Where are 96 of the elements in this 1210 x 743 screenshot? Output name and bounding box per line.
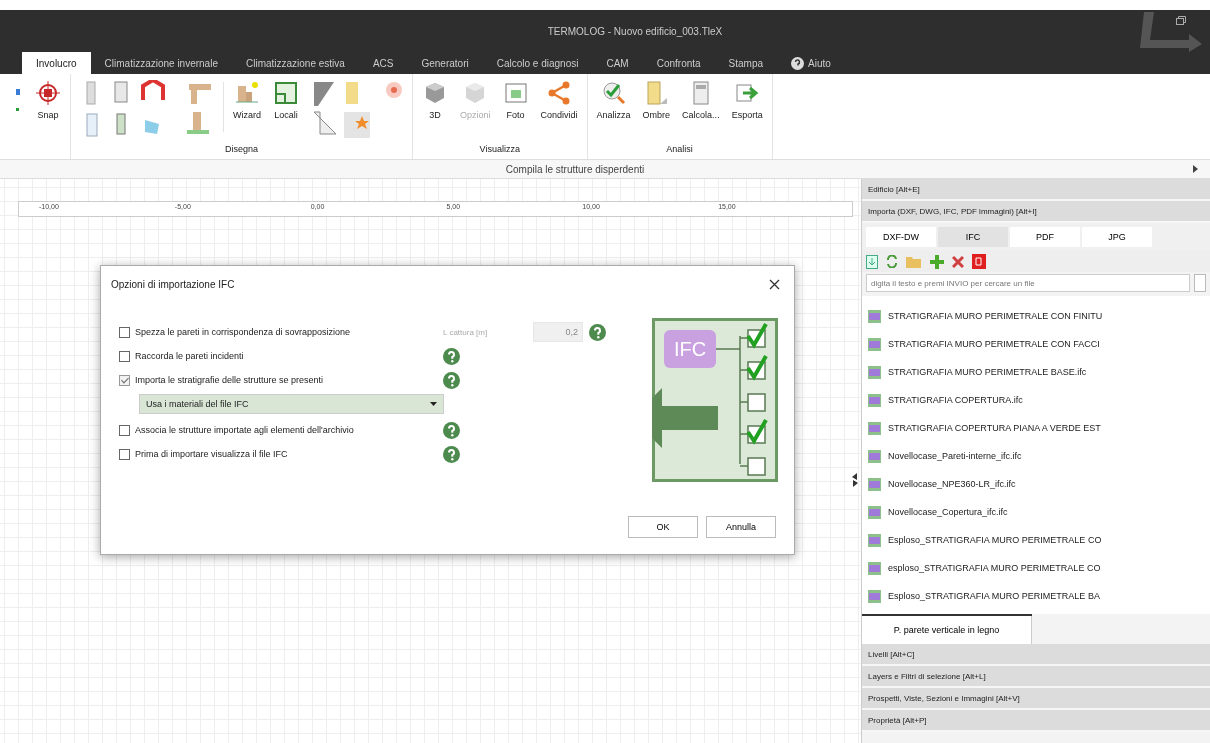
help-icon[interactable] — [589, 323, 606, 341]
ribbon-button[interactable]: 3D — [417, 78, 453, 122]
dialog-button[interactable]: Annulla — [706, 516, 776, 538]
option-label: Associa le strutture importate agli elementi dell'archivio — [135, 425, 354, 435]
group-label: Disegna — [225, 144, 258, 154]
file-icon — [868, 449, 881, 463]
option-label: Importa le stratigrafie delle strutture se presenti — [135, 375, 324, 385]
file-icon — [868, 533, 881, 547]
panel-section-header[interactable]: Edificio [Alt+E] — [862, 179, 1210, 201]
pdf-icon[interactable] — [972, 254, 986, 269]
import-tab[interactable]: JPG — [1082, 227, 1152, 247]
file-icon — [868, 589, 881, 603]
window-title: TERMOLOG - Nuovo edificio_003.TleX — [547, 25, 723, 37]
ribbon-tab[interactable]: Climatizzazione estiva — [231, 52, 359, 74]
file-item[interactable]: Novellocase_NPE360-LR_ifc.ifc — [862, 470, 1210, 498]
file-item[interactable]: Novellocase_Copertura_ifc.ifc — [862, 498, 1210, 526]
ribbon-tab[interactable]: Calcolo e diagnosi — [482, 52, 593, 74]
file-item[interactable]: STRATIGRAFIA COPERTURA.ifc — [862, 386, 1210, 414]
ribbon-button[interactable]: Calcola... — [677, 78, 725, 122]
file-item[interactable]: STRATIGRAFIA MURO PERIMETRALE CON FACCI — [862, 330, 1210, 358]
checkbox[interactable] — [119, 424, 130, 436]
file-item[interactable]: Esploso_STRATIGRAFIA MURO PERIMETRALE BA — [862, 582, 1210, 610]
close-icon[interactable] — [769, 278, 780, 290]
help-icon — [791, 56, 805, 70]
option-label: Raccorda le pareti incidenti — [135, 351, 244, 361]
checkbox[interactable] — [119, 374, 130, 386]
file-item[interactable]: STRATIGRAFIA MURO PERIMETRALE CON FINITU — [862, 302, 1210, 330]
delete-icon[interactable] — [952, 255, 964, 268]
ribbon-button[interactable]: Condividi — [535, 78, 583, 122]
restore-icon[interactable] — [1176, 16, 1186, 25]
file-icon — [868, 337, 881, 351]
checkbox[interactable] — [119, 326, 130, 338]
ribbon-button[interactable]: Ombre — [637, 78, 676, 122]
panel-section-header[interactable]: Prospetti, Viste, Sezioni e Immagini [Alt+V] — [862, 688, 1210, 710]
group-label: Visualizza — [479, 144, 520, 154]
ribbon-tab[interactable]: Aiuto — [777, 52, 845, 74]
panel-section-header[interactable]: Livelli [Alt+C] — [862, 644, 1210, 666]
field-label: L cattura [m] — [443, 327, 489, 337]
ribbon-button[interactable]: Analizza — [591, 78, 636, 122]
help-icon[interactable] — [443, 445, 460, 463]
ribbon-tab[interactable]: Generatori — [407, 52, 483, 74]
ribbon-button[interactable]: Esporta — [726, 78, 768, 122]
materials-dropdown[interactable]: Usa i materiali del file IFC — [139, 394, 444, 414]
group-label: Analisi — [666, 144, 693, 154]
dialog-button[interactable]: OK — [628, 516, 698, 538]
wall-wizard-icon — [234, 80, 260, 106]
expand-icon[interactable] — [1193, 165, 1198, 173]
panel-section-header[interactable]: Proprietà [Alt+P] — [862, 710, 1210, 732]
dialog-title: Opzioni di importazione IFC — [111, 278, 235, 290]
help-icon[interactable] — [443, 421, 460, 439]
ribbon-button[interactable]: Wizard — [228, 78, 266, 122]
panel-section-header[interactable]: Importa (DXF, DWG, IFC, PDF immagini) [Alt+I] — [862, 201, 1210, 223]
marker-icon[interactable] — [384, 80, 404, 100]
import-tab[interactable]: DXF-DW — [866, 227, 936, 247]
file-item[interactable]: Novellocase_Pareti-interne_ifc.ifc — [862, 442, 1210, 470]
file-icon — [868, 561, 881, 575]
file-item[interactable]: STRATIGRAFIA MURO PERIMETRALE BASE.ifc — [862, 358, 1210, 386]
file-icon — [868, 365, 881, 379]
option-label: Prima di importare visualizza il file IFC — [135, 449, 288, 459]
add-icon[interactable] — [930, 254, 944, 269]
ribbon-button[interactable]: Locali — [268, 78, 304, 122]
refresh-icon[interactable] — [886, 255, 898, 268]
checkbox[interactable] — [119, 350, 130, 362]
ribbon-button[interactable]: Snap — [30, 78, 66, 122]
search-field[interactable]: digita il testo e premi INVIO per cercare un file — [866, 274, 1191, 292]
ribbon-button[interactable]: Foto — [497, 78, 534, 122]
caret-icon — [430, 402, 437, 406]
file-icon — [868, 393, 881, 407]
help-icon[interactable] — [443, 347, 460, 365]
help-icon[interactable] — [443, 371, 460, 389]
ribbon-tab[interactable]: ACS — [358, 52, 408, 74]
import-tab[interactable]: PDF — [1010, 227, 1080, 247]
ifc-import-drawing: IFC — [652, 318, 778, 482]
ribbon-tab[interactable]: Climatizzazione invernale — [90, 52, 232, 74]
ribbon-tab[interactable]: CAM — [592, 52, 643, 74]
panel-section-header[interactable]: Layers e Filtri di selezione [Alt+L] — [862, 666, 1210, 688]
ribbon-tab[interactable]: Stampa — [714, 52, 778, 74]
file-icon — [868, 309, 881, 323]
ribbon-tab[interactable]: Confronta — [642, 52, 715, 74]
file-icon — [868, 477, 881, 491]
magnifier-check-icon — [600, 80, 627, 106]
file-item[interactable]: STRATIGRAFIA COPERTURA PIANA A VERDE EST — [862, 414, 1210, 442]
download-icon[interactable] — [866, 254, 878, 269]
option-label: Spezza le pareti in corrispondenza di sovrapposizione — [135, 327, 351, 337]
splitter-icon[interactable] — [852, 473, 858, 487]
file-icon — [868, 505, 881, 519]
strip-label: Compila le strutture disperdenti — [505, 163, 645, 175]
target-icon — [35, 80, 61, 106]
ribbon-tab[interactable]: Involucro — [22, 52, 91, 74]
file-item[interactable]: esploso_STRATIGRAFIA MURO PERIMETRALE CO — [862, 554, 1210, 582]
file-item[interactable]: Esploso_STRATIGRAFIA MURO PERIMETRALE CO — [862, 526, 1210, 554]
photo-icon — [502, 80, 529, 106]
checkbox[interactable] — [119, 448, 130, 460]
room-plan-icon — [273, 80, 299, 106]
file-icon — [868, 421, 881, 435]
import-tab[interactable]: IFC — [938, 227, 1008, 247]
